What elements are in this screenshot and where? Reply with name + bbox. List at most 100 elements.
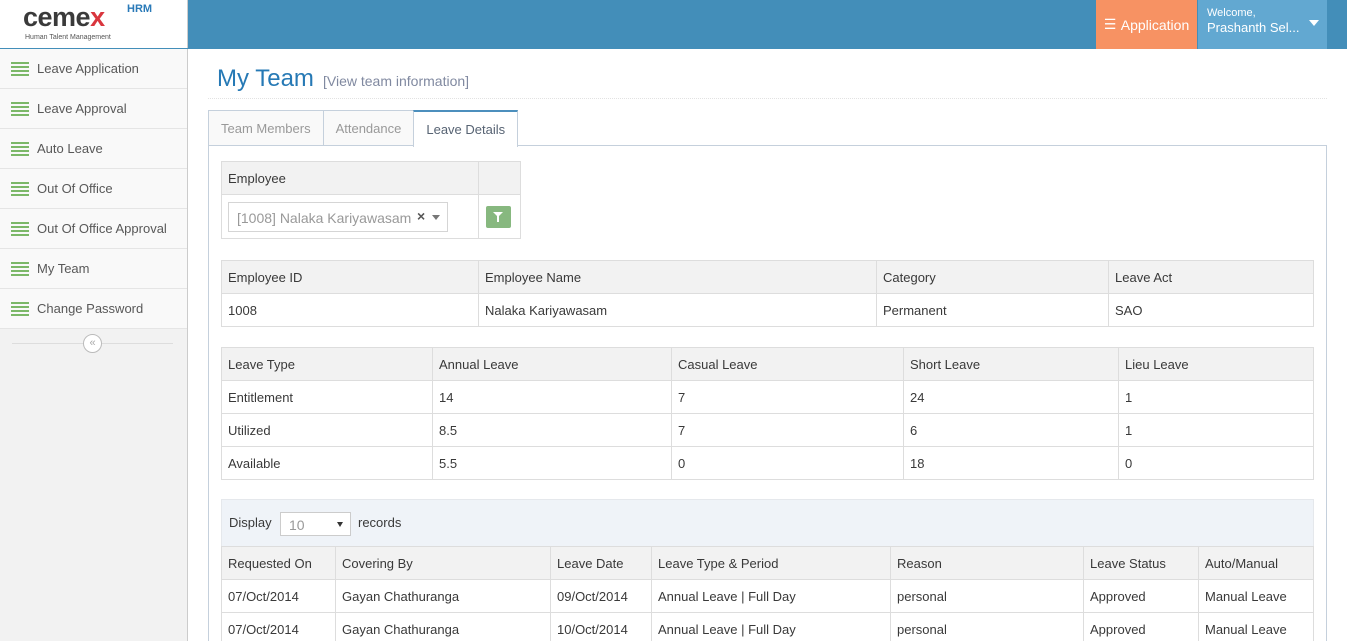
- sidebar-item-label: Change Password: [37, 301, 144, 316]
- page-size-value: 10: [289, 517, 305, 533]
- table-cell: Entitlement: [221, 380, 433, 414]
- table-cell: 0: [671, 446, 904, 480]
- sidebar: Leave Application Leave Approval Auto Le…: [0, 49, 188, 641]
- table-cell: Available: [221, 446, 433, 480]
- user-menu[interactable]: Welcome, Prashanth Sel...: [1198, 0, 1327, 49]
- list-icon: [11, 101, 29, 116]
- column-header: Casual Leave: [671, 347, 904, 381]
- column-header-leave-type[interactable]: Leave Type & Period: [651, 546, 891, 580]
- filter-header: [478, 161, 521, 195]
- page-title: My Team: [217, 65, 314, 92]
- table-cell: Manual Leave: [1198, 612, 1314, 641]
- table-cell: personal: [890, 579, 1084, 613]
- caret-down-icon: [1309, 20, 1319, 26]
- column-header-leave-status[interactable]: Leave Status: [1083, 546, 1199, 580]
- table-row: 07/Oct/2014 Gayan Chathuranga 09/Oct/201…: [221, 579, 1314, 613]
- sidebar-item-label: Leave Application: [37, 61, 139, 76]
- employee-category: Permanent: [876, 293, 1109, 327]
- column-header-reason[interactable]: Reason: [890, 546, 1084, 580]
- sidebar-item-label: Out Of Office: [37, 181, 113, 196]
- column-header: Short Leave: [903, 347, 1119, 381]
- filter-button[interactable]: [486, 205, 511, 228]
- table-cell: 09/Oct/2014: [550, 579, 652, 613]
- employee-leave-act: SAO: [1108, 293, 1314, 327]
- leave-summary-table: Leave Type Annual Leave Casual Leave Sho…: [221, 347, 1314, 480]
- column-header: Category: [876, 260, 1109, 294]
- table-cell: Utilized: [221, 413, 433, 447]
- column-header-requested-on[interactable]: Requested On: [221, 546, 336, 580]
- column-header-leave-date[interactable]: Leave Date: [550, 546, 652, 580]
- table-row: Available 5.5 0 18 0: [221, 446, 1314, 480]
- employee-select[interactable]: [1008] Nalaka Kariyawasam ×: [228, 201, 448, 232]
- table-cell: 14: [432, 380, 672, 414]
- logo-suffix: HRM: [127, 3, 153, 15]
- table-row: Entitlement 14 7 24 1: [221, 380, 1314, 414]
- table-cell: Approved: [1083, 612, 1199, 641]
- records-label: records: [358, 515, 402, 530]
- list-icon: [11, 261, 29, 276]
- page-subtitle: [View team information]: [323, 73, 470, 89]
- sidebar-item-label: Leave Approval: [37, 101, 127, 116]
- brand-logo[interactable]: cemex HRM Human Talent Management: [0, 0, 188, 48]
- employee-info-table: Employee ID Employee Name Category Leave…: [221, 260, 1314, 327]
- collapse-sidebar-icon[interactable]: «: [83, 334, 102, 353]
- table-cell: 1: [1118, 380, 1314, 414]
- table-row: 07/Oct/2014 Gayan Chathuranga 10/Oct/201…: [221, 612, 1314, 641]
- sidebar-item-leave-approval[interactable]: Leave Approval: [0, 89, 187, 129]
- dropdown-arrow-icon: [432, 214, 440, 220]
- display-label: Display: [229, 515, 272, 530]
- table-cell: 7: [671, 380, 904, 414]
- page-size-select[interactable]: 10: [280, 512, 351, 536]
- list-icon: [11, 141, 29, 156]
- column-header-auto-manual[interactable]: Auto/Manual: [1198, 546, 1314, 580]
- column-header: Employee ID: [221, 260, 479, 294]
- application-menu-button[interactable]: ☰ Application: [1096, 0, 1197, 49]
- sidebar-item-label: Auto Leave: [37, 141, 103, 156]
- menu-bars-icon: ☰: [1103, 16, 1117, 32]
- clear-icon[interactable]: ×: [417, 208, 425, 224]
- sidebar-item-my-team[interactable]: My Team: [0, 249, 187, 289]
- column-header: Leave Act: [1108, 260, 1314, 294]
- list-icon: [11, 221, 29, 236]
- table-cell: Gayan Chathuranga: [335, 579, 551, 613]
- records-length-bar: Display 10 records: [221, 499, 1314, 547]
- column-header: Employee Name: [478, 260, 877, 294]
- table-cell: 07/Oct/2014: [221, 579, 336, 613]
- sidebar-item-out-of-office[interactable]: Out Of Office: [0, 169, 187, 209]
- employee-select-value: [1008] Nalaka Kariyawasam: [237, 209, 412, 226]
- leave-requests-table: Requested On Covering By Leave Date Leav…: [221, 546, 1314, 641]
- page-header: My Team [View team information]: [208, 60, 1327, 99]
- sidebar-item-change-password[interactable]: Change Password: [0, 289, 187, 329]
- column-header-covering-by[interactable]: Covering By: [335, 546, 551, 580]
- employee-header: Employee: [221, 161, 479, 195]
- table-cell: 24: [903, 380, 1119, 414]
- table-cell: 7: [671, 413, 904, 447]
- sidebar-item-label: Out Of Office Approval: [37, 221, 167, 236]
- table-cell: Annual Leave | Full Day: [651, 579, 891, 613]
- sidebar-collapse-row: «: [0, 329, 187, 357]
- column-header: Leave Type: [221, 347, 433, 381]
- table-row: Utilized 8.5 7 6 1: [221, 413, 1314, 447]
- tab-bar: Team Members Attendance Leave Details: [208, 110, 519, 147]
- table-cell: Gayan Chathuranga: [335, 612, 551, 641]
- logo-tagline: Human Talent Management: [25, 34, 111, 41]
- tab-leave-details[interactable]: Leave Details: [413, 110, 519, 147]
- table-cell: 6: [903, 413, 1119, 447]
- sidebar-item-leave-application[interactable]: Leave Application: [0, 49, 187, 89]
- logo-text: cemex: [23, 2, 105, 32]
- list-icon: [11, 61, 29, 76]
- employee-name: Nalaka Kariyawasam: [478, 293, 877, 327]
- list-icon: [11, 301, 29, 316]
- user-name: Prashanth Sel...: [1207, 20, 1300, 35]
- employee-filter-table: Employee [1008] Nalaka Kariyawasam ×: [221, 161, 521, 239]
- sidebar-item-out-of-office-approval[interactable]: Out Of Office Approval: [0, 209, 187, 249]
- tab-attendance[interactable]: Attendance: [322, 110, 415, 146]
- employee-id: 1008: [221, 293, 479, 327]
- tab-team-members[interactable]: Team Members: [208, 110, 324, 146]
- table-cell: 1: [1118, 413, 1314, 447]
- sidebar-item-label: My Team: [37, 261, 90, 276]
- table-cell: 10/Oct/2014: [550, 612, 652, 641]
- sidebar-item-auto-leave[interactable]: Auto Leave: [0, 129, 187, 169]
- table-row: 1008 Nalaka Kariyawasam Permanent SAO: [221, 293, 1314, 327]
- table-cell: 18: [903, 446, 1119, 480]
